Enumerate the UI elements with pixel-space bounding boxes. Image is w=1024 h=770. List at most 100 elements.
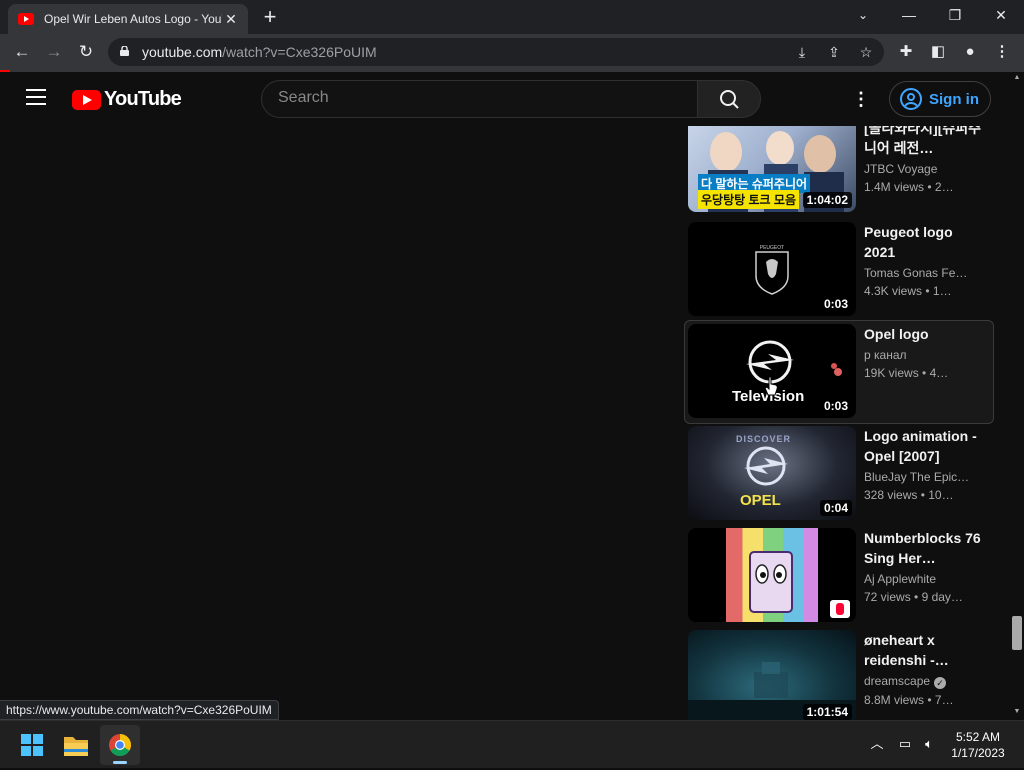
view-count: 1.4M views xyxy=(864,180,925,194)
chrome-taskbar-button[interactable] xyxy=(100,725,140,765)
recommendation-item[interactable]: Numberblocks 76 Sing Her… Aj Applewhite … xyxy=(688,528,994,624)
video-title[interactable]: [올라와라지][슈퍼주니어 레전… xyxy=(864,126,982,158)
upload-age: 2… xyxy=(934,180,954,194)
channel-name: dreamscape ✓ xyxy=(864,674,982,689)
address-url[interactable]: youtube.com/watch?v=Cxe326PoUIM xyxy=(142,44,377,60)
recommendation-item-hovered[interactable]: Television 0:03 Opel logo р канал 19K vi… xyxy=(684,320,994,424)
browser-tab-active[interactable]: Opel Wir Leben Autos Logo - YouTube ✕ xyxy=(8,4,248,34)
video-thumbnail[interactable]: 다 말하는 슈퍼주니어 우당탕탕 토크 모음 1:04:02 xyxy=(688,126,856,212)
youtube-play-icon xyxy=(72,89,101,110)
windows-logo-icon xyxy=(21,734,43,756)
address-bar[interactable]: youtube.com/watch?v=Cxe326PoUIM ⤓ ⇪ ☆ xyxy=(108,38,884,66)
network-icon[interactable]: ▭ xyxy=(896,735,914,753)
hand-cursor-icon xyxy=(764,376,778,396)
video-title[interactable]: Logo animation - Opel [2007] xyxy=(864,426,982,466)
profile-icon[interactable]: ● xyxy=(960,42,980,62)
shorts-icon xyxy=(830,600,850,618)
url-host: youtube.com xyxy=(142,44,223,60)
tab-search-icon[interactable]: ⌄ xyxy=(840,0,886,30)
recommendation-item[interactable]: PEUGEOT 0:03 Peugeot logo 2021 Tomas Gon… xyxy=(688,222,994,318)
recommendation-item[interactable]: DISCOVER OPEL 0:04 Logo animation - Opel… xyxy=(688,426,994,522)
file-explorer-button[interactable] xyxy=(56,725,96,765)
upload-age: 4… xyxy=(929,366,949,380)
scroll-down-arrow-icon[interactable]: ▼ xyxy=(1010,706,1024,718)
side-panel-icon[interactable]: ◧ xyxy=(928,42,948,62)
recommendation-item[interactable]: 다 말하는 슈퍼주니어 우당탕탕 토크 모음 1:04:02 [올라와라지][슈… xyxy=(688,126,994,214)
clock-date: 1/17/2023 xyxy=(951,746,1005,760)
scroll-up-arrow-icon[interactable]: ▲ xyxy=(1010,72,1024,84)
video-thumbnail[interactable]: 1:01:54 xyxy=(688,630,856,720)
svg-text:PEUGEOT: PEUGEOT xyxy=(760,245,784,251)
video-title[interactable]: øneheart x reidenshi -… xyxy=(864,630,982,670)
minimize-button[interactable]: — xyxy=(886,0,932,30)
verified-badge-icon: ✓ xyxy=(934,677,947,689)
thumbnail-text: OPEL xyxy=(740,492,781,509)
channel-name[interactable]: р канал xyxy=(864,348,982,362)
start-button[interactable] xyxy=(12,725,52,765)
video-meta: 328 views • 10… xyxy=(864,488,954,502)
video-duration: 1:01:54 xyxy=(802,704,852,720)
thumbnail-caption: 우당탕탕 토크 모음 xyxy=(698,190,799,209)
tab-close-icon[interactable]: ✕ xyxy=(222,10,240,28)
system-clock[interactable]: 5:52 AM 1/17/2023 xyxy=(946,729,1010,761)
back-button[interactable]: ← xyxy=(10,40,34,64)
browser-menu-icon[interactable]: ⋮ xyxy=(992,42,1012,62)
forward-button[interactable]: → xyxy=(42,40,66,64)
channel-name-text[interactable]: dreamscape xyxy=(864,674,930,688)
recommendation-item[interactable]: 1:01:54 øneheart x reidenshi -… dreamsca… xyxy=(688,630,994,720)
install-app-icon[interactable]: ⤓ xyxy=(792,42,812,62)
channel-name[interactable]: JTBC Voyage xyxy=(864,162,982,176)
video-duration: 1:04:02 xyxy=(802,192,852,208)
chrome-icon xyxy=(109,734,131,756)
close-window-button[interactable]: ✕ xyxy=(978,0,1024,30)
channel-name[interactable]: BlueJay The Epic… xyxy=(864,470,982,484)
video-thumbnail[interactable]: PEUGEOT 0:03 xyxy=(688,222,856,316)
view-count: 19K views xyxy=(864,366,919,380)
link-status-bubble: https://www.youtube.com/watch?v=Cxe326Po… xyxy=(0,700,279,720)
video-thumbnail[interactable]: DISCOVER OPEL 0:04 xyxy=(688,426,856,520)
volume-icon[interactable]: 🔈︎ xyxy=(920,735,938,753)
folder-icon xyxy=(64,737,88,756)
youtube-logo[interactable]: YouTube xyxy=(72,88,182,111)
video-info: Peugeot logo 2021 Tomas Gonas Fe… 4.3K v… xyxy=(864,222,982,298)
upload-age: 10… xyxy=(928,488,954,502)
video-duration: 0:03 xyxy=(819,398,852,414)
video-title[interactable]: Opel logo xyxy=(864,324,982,344)
video-thumbnail[interactable] xyxy=(688,528,856,622)
video-meta: 72 views • 9 day… xyxy=(864,590,963,604)
guide-menu-icon[interactable] xyxy=(26,89,46,107)
video-thumbnail[interactable]: Television 0:03 xyxy=(688,324,856,418)
video-info: [올라와라지][슈퍼주니어 레전… JTBC Voyage 1.4M views… xyxy=(864,126,982,194)
video-meta: 19K views • 4… xyxy=(864,366,949,380)
youtube-wordmark: YouTube xyxy=(104,88,182,110)
restore-button[interactable]: ❐ xyxy=(932,0,978,30)
new-tab-button[interactable]: + xyxy=(258,6,282,30)
share-icon[interactable]: ⇪ xyxy=(824,42,844,62)
sign-in-button[interactable]: Sign in xyxy=(889,81,991,117)
search-input[interactable] xyxy=(278,89,678,107)
view-count: 72 views xyxy=(864,590,911,604)
video-meta: 8.8M views • 7… xyxy=(864,693,954,707)
search-button[interactable] xyxy=(697,80,761,118)
video-info: Numberblocks 76 Sing Her… Aj Applewhite … xyxy=(864,528,982,604)
url-path: /watch?v=Cxe326PoUIM xyxy=(222,44,377,60)
upload-age: 9 day… xyxy=(921,590,963,604)
show-hidden-icons-chevron-icon[interactable]: ︿ xyxy=(868,735,886,753)
reload-button[interactable]: ↻ xyxy=(74,40,98,64)
channel-name[interactable]: Tomas Gonas Fe… xyxy=(864,266,982,280)
clock-time: 5:52 AM xyxy=(955,730,1001,744)
channel-name[interactable]: Aj Applewhite xyxy=(864,572,982,586)
video-title[interactable]: Peugeot logo 2021 xyxy=(864,222,982,262)
lock-icon[interactable] xyxy=(120,46,129,56)
scrollbar-thumb[interactable] xyxy=(1012,616,1022,650)
video-duration: 0:03 xyxy=(819,296,852,312)
video-meta: 1.4M views • 2… xyxy=(864,180,954,194)
settings-menu-icon[interactable]: ⋮ xyxy=(851,88,871,110)
extensions-puzzle-icon[interactable]: ✚ xyxy=(896,42,916,62)
browser-tab-strip: Opel Wir Leben Autos Logo - YouTube ✕ + … xyxy=(0,0,1024,34)
account-circle-icon xyxy=(900,88,922,110)
bookmark-star-icon[interactable]: ☆ xyxy=(856,42,876,62)
video-title[interactable]: Numberblocks 76 Sing Her… xyxy=(864,528,982,568)
windows-taskbar: ︿ ▭ 🔈︎ 5:52 AM 1/17/2023 xyxy=(0,720,1024,768)
search-box xyxy=(261,80,698,118)
